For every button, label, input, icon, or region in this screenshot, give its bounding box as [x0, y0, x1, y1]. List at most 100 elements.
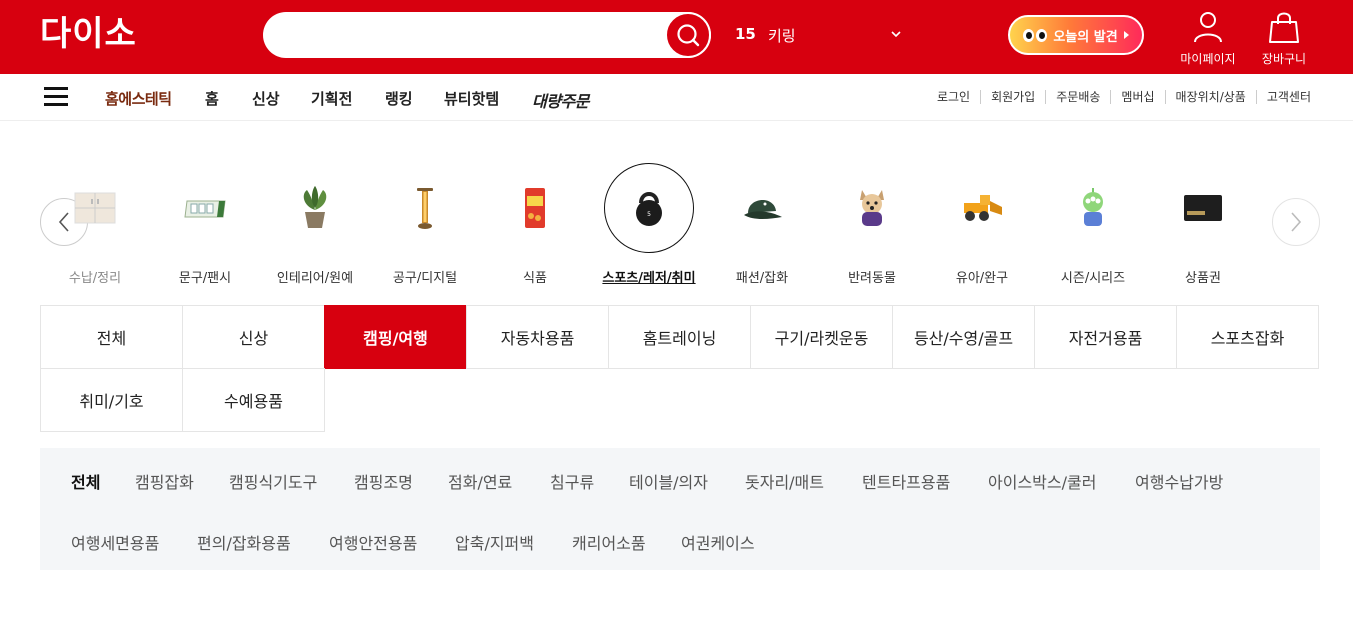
main-nav: 홈에스테틱 홈 신상 기획전 랭킹 뷰티핫템 대량주문 로그인 회원가입 주문배… [0, 74, 1353, 121]
category-label: 스포츠/레저/취미 [602, 271, 696, 286]
shopping-bag-icon [1269, 12, 1299, 43]
utility-links: 로그인 회원가입 주문배송 멤버십 매장위치/상품 고객센터 [927, 90, 1311, 104]
trending-rank-number[interactable]: 15 [735, 25, 756, 43]
category-label: 인테리어/원예 [276, 271, 354, 286]
subcat-car[interactable]: 자동차용품 [466, 305, 609, 369]
discover-today-button[interactable]: 오늘의 발견 [1008, 15, 1144, 55]
detail-icebox-cooler[interactable]: 아이스박스/쿨러 [988, 469, 1096, 493]
store-locator-link[interactable]: 매장위치/상품 [1164, 90, 1256, 104]
detail-travel-toiletry[interactable]: 여행세면용품 [71, 530, 159, 554]
subcat-handicraft[interactable]: 수예용품 [182, 368, 325, 432]
category-stationery[interactable]: 문구/팬시 [150, 163, 260, 286]
top-header: 다이소 15 키링 오늘의 발견 마이페이지 장바구니 [0, 0, 1353, 74]
cart-label: 장바구니 [1261, 52, 1307, 66]
chevron-down-icon[interactable] [889, 27, 903, 41]
search-input[interactable] [285, 22, 655, 48]
subcat-new[interactable]: 신상 [182, 305, 325, 369]
detail-camping-light[interactable]: 캠핑조명 [354, 469, 413, 493]
chevron-right-icon [1291, 212, 1302, 232]
category-label: 반려동물 [848, 271, 896, 286]
nav-home-aesthetic[interactable]: 홈에스테틱 [105, 88, 172, 109]
nav-new[interactable]: 신상 [252, 88, 280, 109]
subcat-camping-travel[interactable]: 캠핑/여행 [324, 305, 467, 369]
subcat-sports-misc[interactable]: 스포츠잡화 [1176, 305, 1319, 369]
category-food[interactable]: 식품 [480, 163, 590, 286]
snack-icon [490, 163, 580, 253]
alien-doll-icon [1048, 163, 1138, 253]
subcat-home-training[interactable]: 홈트레이닝 [608, 305, 751, 369]
category-kids[interactable]: 유아/완구 [927, 163, 1037, 286]
cap-icon [717, 163, 807, 253]
category-fashion[interactable]: 패션/잡화 [707, 163, 817, 286]
category-pet[interactable]: 반려동물 [817, 163, 927, 286]
nav-exhibition[interactable]: 기획전 [311, 88, 352, 109]
detail-category-panel: 전체 캠핑잡화 캠핑식기도구 캠핑조명 점화/연료 침구류 테이블/의자 돗자리… [40, 448, 1320, 570]
nav-ranking[interactable]: 랭킹 [385, 88, 413, 109]
subcat-all[interactable]: 전체 [40, 305, 183, 369]
search-button[interactable] [665, 12, 711, 58]
svg-text:5: 5 [647, 211, 651, 218]
category-interior[interactable]: 인테리어/원예 [260, 163, 370, 286]
detail-carrier-accessory[interactable]: 캐리어소품 [572, 530, 646, 554]
carousel-next-button[interactable] [1272, 198, 1320, 246]
detail-table-chair[interactable]: 테이블/의자 [629, 469, 708, 493]
gift-card-icon [1158, 163, 1248, 253]
category-label: 시즌/시리즈 [1060, 271, 1126, 286]
category-label: 식품 [523, 271, 547, 286]
category-label: 상품권 [1185, 271, 1221, 286]
category-label: 패션/잡화 [735, 271, 789, 286]
stationery-icon [160, 163, 250, 253]
subcat-bicycle[interactable]: 자전거용품 [1034, 305, 1177, 369]
discover-label: 오늘의 발견 [1053, 29, 1118, 45]
search-bar [263, 12, 711, 58]
nav-bulk-order[interactable]: 대량주문 [532, 88, 589, 112]
detail-passport-case[interactable]: 여권케이스 [681, 530, 755, 554]
order-delivery-link[interactable]: 주문배송 [1045, 90, 1110, 104]
toy-truck-icon [937, 163, 1027, 253]
plant-icon [270, 163, 360, 253]
user-icon [1194, 12, 1222, 43]
detail-ignition-fuel[interactable]: 점화/연료 [448, 469, 512, 493]
detail-camping-misc[interactable]: 캠핑잡화 [135, 469, 194, 493]
trending-keyword[interactable]: 키링 [768, 25, 796, 46]
membership-link[interactable]: 멤버십 [1110, 90, 1164, 104]
nav-home[interactable]: 홈 [205, 88, 219, 109]
detail-travel-bag[interactable]: 여행수납가방 [1135, 469, 1223, 493]
storage-icon [50, 163, 140, 253]
subcat-hiking-swim-golf[interactable]: 등산/수영/골프 [892, 305, 1035, 369]
mypage-link[interactable]: 마이페이지 [1176, 10, 1240, 67]
category-label: 수납/정리 [68, 271, 122, 286]
login-link[interactable]: 로그인 [927, 90, 980, 104]
signup-link[interactable]: 회원가입 [980, 90, 1045, 104]
detail-mat[interactable]: 돗자리/매트 [745, 469, 824, 493]
category-season[interactable]: 시즌/시리즈 [1038, 163, 1148, 286]
play-arrow-icon [1123, 31, 1129, 39]
kettlebell-icon: 5 [604, 163, 694, 253]
detail-all[interactable]: 전체 [71, 469, 100, 493]
subcat-ball-racket[interactable]: 구기/라켓운동 [750, 305, 893, 369]
category-label: 공구/디지털 [392, 271, 458, 286]
detail-tent-tarp[interactable]: 텐트타프용품 [862, 469, 950, 493]
eyes-icon [1023, 28, 1048, 42]
dog-icon [827, 163, 917, 253]
detail-convenience[interactable]: 편의/잡화용품 [197, 530, 291, 554]
cart-link[interactable]: 장바구니 [1252, 10, 1316, 67]
daiso-logo[interactable]: 다이소 [40, 14, 137, 54]
search-icon [677, 24, 700, 47]
menu-icon[interactable] [44, 87, 68, 107]
detail-travel-safety[interactable]: 여행안전용품 [329, 530, 417, 554]
detail-bedding[interactable]: 침구류 [550, 469, 594, 493]
lamp-icon [380, 163, 470, 253]
category-gift-card[interactable]: 상품권 [1148, 163, 1258, 286]
nav-beauty-hot[interactable]: 뷰티핫템 [444, 88, 499, 109]
category-sports[interactable]: 5 스포츠/레저/취미 [594, 163, 704, 286]
subcat-hobby[interactable]: 취미/기호 [40, 368, 183, 432]
mypage-label: 마이페이지 [1180, 52, 1236, 66]
category-label: 문구/팬시 [178, 271, 232, 286]
customer-center-link[interactable]: 고객센터 [1255, 90, 1311, 104]
detail-zipper-bag[interactable]: 압축/지퍼백 [455, 530, 534, 554]
detail-camping-cookware[interactable]: 캠핑식기도구 [229, 469, 317, 493]
category-storage[interactable]: 수납/정리 [40, 163, 150, 286]
category-label: 유아/완구 [955, 271, 1009, 286]
category-tools[interactable]: 공구/디지털 [370, 163, 480, 286]
